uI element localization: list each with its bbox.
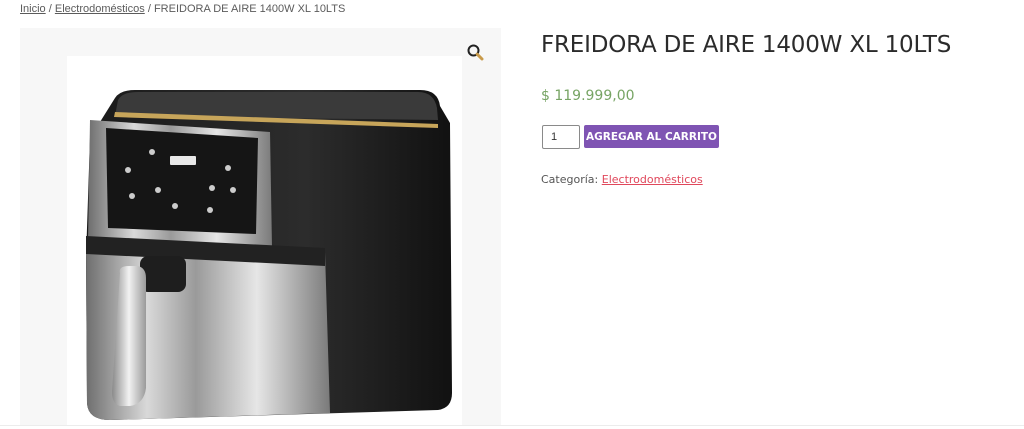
- breadcrumb-category-link[interactable]: Electrodomésticos: [55, 3, 145, 15]
- zoom-button[interactable]: [461, 38, 489, 66]
- divider: [0, 425, 1024, 426]
- product-gallery[interactable]: [20, 28, 501, 425]
- breadcrumb: Inicio / Electrodomésticos / FREIDORA DE…: [20, 3, 345, 15]
- product-meta: Categoría: Electrodomésticos: [541, 173, 703, 186]
- magnifier-icon: [467, 44, 484, 61]
- product-image: [86, 90, 452, 420]
- product-title: FREIDORA DE AIRE 1400W XL 10LTS: [541, 32, 952, 58]
- breadcrumb-current: FREIDORA DE AIRE 1400W XL 10LTS: [153, 3, 346, 15]
- add-to-cart-button[interactable]: AGREGAR AL CARRITO: [584, 125, 719, 148]
- breadcrumb-home-link[interactable]: Inicio: [20, 3, 46, 15]
- category-link[interactable]: Electrodomésticos: [602, 173, 703, 186]
- quantity-input[interactable]: [542, 125, 580, 149]
- breadcrumb-separator: /: [147, 3, 151, 15]
- breadcrumb-separator: /: [48, 3, 52, 15]
- category-label: Categoría:: [541, 173, 599, 186]
- product-price: $ 119.999,00: [541, 88, 635, 104]
